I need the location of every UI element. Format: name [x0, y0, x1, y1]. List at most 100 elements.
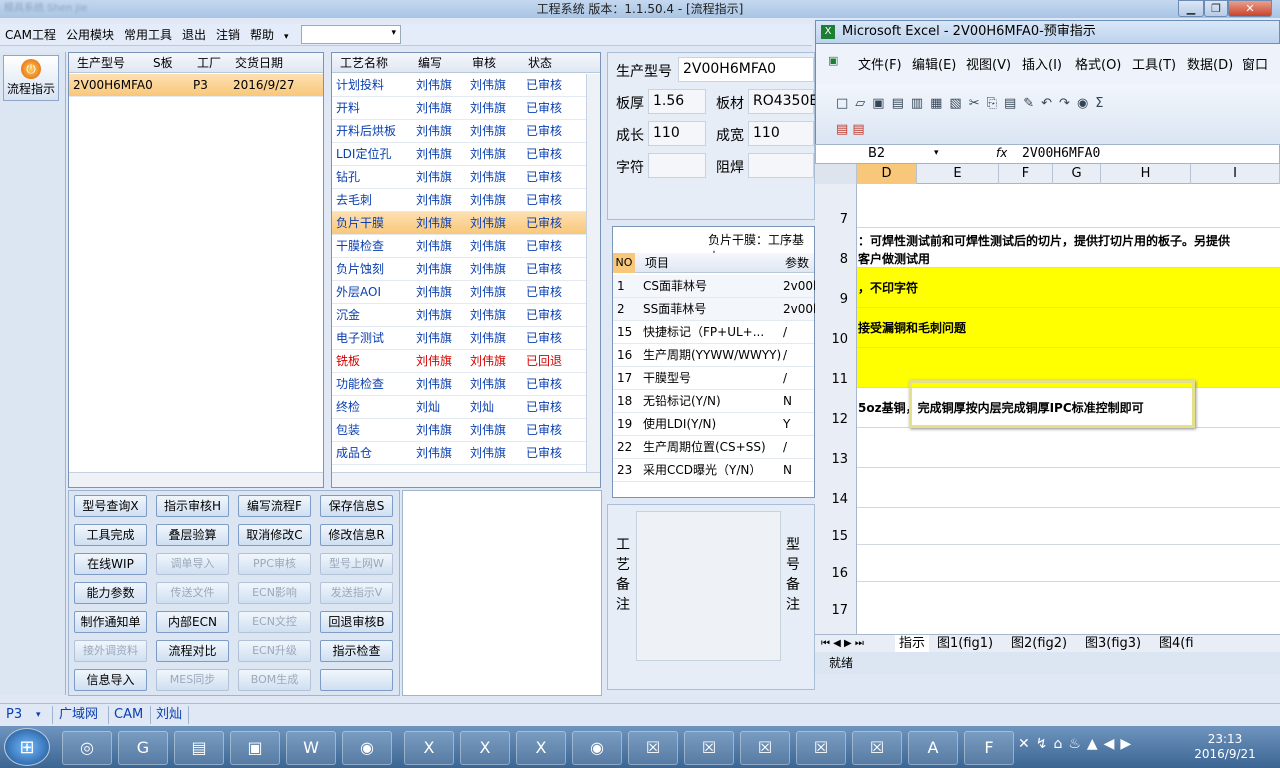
sheet-row[interactable] — [857, 184, 1280, 228]
length-field[interactable]: 110 — [648, 121, 706, 146]
col-no[interactable]: NO — [613, 253, 635, 273]
调单导入-button[interactable]: 调单导入 — [156, 553, 229, 575]
taskbar-window-icon[interactable]: ☒ — [740, 731, 790, 765]
内部ECN-button[interactable]: 内部ECN — [156, 611, 229, 633]
sheet-tab[interactable]: 图3(fig3) — [1085, 635, 1141, 653]
v-scrollbar[interactable] — [586, 74, 600, 472]
table-row[interactable]: 22 生产周期位置(CS+SS) / — [613, 436, 814, 459]
row-header[interactable]: 17 — [831, 603, 848, 618]
taskbar-app-icon[interactable]: ◉ — [572, 731, 622, 765]
table-row[interactable]: 2V00H6MFA0 P3 2016/9/27 — [69, 74, 323, 97]
row-header[interactable]: 7 — [840, 212, 848, 227]
tray-icons[interactable]: ✕↯⌂♨▲◀▶ — [1018, 736, 1137, 752]
sheet-row[interactable] — [857, 428, 1280, 468]
excel-menu-edit[interactable]: 编辑(E) — [912, 54, 956, 73]
minimize-icon[interactable]: ▁ — [1178, 0, 1204, 17]
flow-indicator-button[interactable]: ⏻ 流程指示 — [3, 55, 59, 101]
table-row[interactable]: 负片干膜 刘伟旗 刘伟旗 已审核 — [332, 212, 587, 235]
table-row[interactable]: 干膜检查 刘伟旗 刘伟旗 已审核 — [332, 235, 587, 258]
taskbar-window-icon[interactable]: ☒ — [796, 731, 846, 765]
excel-menu-file[interactable]: 文件(F) — [858, 54, 902, 73]
table-row[interactable]: 负片蚀刻 刘伟旗 刘伟旗 已审核 — [332, 258, 587, 281]
excel-menu-view[interactable]: 视图(V) — [966, 54, 1011, 73]
excel-menu-tools[interactable]: 工具(T) — [1132, 54, 1176, 73]
sheet-row[interactable] — [857, 508, 1280, 545]
PPC审核-button[interactable]: PPC审核 — [238, 553, 311, 575]
row-header[interactable]: 8 — [840, 252, 848, 267]
menu-common[interactable]: 公用模块 — [61, 24, 119, 46]
col-param[interactable]: 参数 — [785, 253, 809, 273]
在线WIP-button[interactable]: 在线WIP — [74, 553, 147, 575]
row-header[interactable]: 11 — [831, 372, 848, 387]
col-status[interactable]: 状态 — [528, 53, 552, 73]
table-row[interactable]: 开料后烘板 刘伟旗 刘伟旗 已审核 — [332, 120, 587, 143]
taskbar-excel-icon[interactable]: X — [460, 731, 510, 765]
taskbar-app-icon[interactable]: G — [118, 731, 168, 765]
excel-doc-icon[interactable]: ▣ — [828, 54, 838, 67]
col-header-d[interactable]: D — [857, 164, 917, 184]
col-header-e[interactable]: E — [917, 164, 999, 184]
plant-select[interactable]: P3 — [6, 706, 22, 724]
h-scrollbar[interactable] — [332, 472, 600, 487]
toolbar-icons[interactable]: □▱▣▤▥▦▧✂⎘▤✎↶↷◉Σ — [836, 96, 1111, 111]
mask-field[interactable] — [748, 153, 814, 178]
保存信息S-button[interactable]: 保存信息S — [320, 495, 393, 517]
row-header[interactable]: 15 — [831, 529, 848, 544]
编写流程F-button[interactable]: 编写流程F — [238, 495, 311, 517]
process-note-field[interactable] — [636, 511, 781, 661]
col-factory[interactable]: 工厂 — [197, 53, 221, 73]
sheet-row[interactable]: ，不印字符 — [857, 268, 1280, 308]
ECN升级-button[interactable]: ECN升级 — [238, 640, 311, 662]
taskbar-app-icon[interactable]: ◉ — [342, 731, 392, 765]
table-row[interactable]: 铣板 刘伟旗 刘伟旗 已回退 — [332, 350, 587, 373]
col-header-f[interactable]: F — [999, 164, 1053, 184]
BOM生成-button[interactable]: BOM生成 — [238, 669, 311, 691]
table-row[interactable]: 16 生产周期(YYWW/WWYY) / — [613, 344, 814, 367]
menu-help[interactable]: 帮助 — [245, 24, 279, 46]
sheet-row[interactable] — [857, 545, 1280, 582]
MES同步-button[interactable]: MES同步 — [156, 669, 229, 691]
制作通知单-button[interactable]: 制作通知单 — [74, 611, 147, 633]
clock[interactable]: 23:13 2016/9/21 — [1190, 732, 1260, 762]
col-header-g[interactable]: G — [1053, 164, 1101, 184]
pdf-icon[interactable]: ▤ ▤ — [836, 122, 865, 137]
table-row[interactable]: 终检 刘灿 刘灿 已审核 — [332, 396, 587, 419]
sheet-row[interactable]: ：可焊性测试前和可焊性测试后的切片，提供打切片用的板子。另提供 客户做测试用 — [857, 228, 1280, 268]
menu-logout[interactable]: 注销 — [211, 24, 245, 46]
taskbar-window-icon[interactable]: ☒ — [852, 731, 902, 765]
help-dropdown-icon[interactable]: ▾ — [279, 26, 294, 48]
col-writer[interactable]: 编写 — [418, 53, 442, 73]
name-box[interactable]: B2 — [868, 146, 885, 161]
table-row[interactable]: 电子测试 刘伟旗 刘伟旗 已审核 — [332, 327, 587, 350]
col-s-board[interactable]: S板 — [153, 53, 173, 73]
table-row[interactable]: 外层AOI 刘伟旗 刘伟旗 已审核 — [332, 281, 587, 304]
h-scrollbar[interactable] — [69, 472, 323, 487]
restore-icon[interactable]: ❐ — [1204, 0, 1228, 17]
sheet-row[interactable]: 接受漏铜和毛刺问题 — [857, 308, 1280, 348]
name-box-chevron-icon[interactable]: ▾ — [934, 148, 939, 158]
型号上网W-button[interactable]: 型号上网W — [320, 553, 393, 575]
sheet-tab[interactable]: 图1(fig1) — [937, 635, 993, 653]
工具完成-button[interactable]: 工具完成 — [74, 524, 147, 546]
信息导入-button[interactable]: 信息导入 — [74, 669, 147, 691]
table-row[interactable]: 18 无铅标记(Y/N) N — [613, 390, 814, 413]
taskbar-window-icon[interactable]: ☒ — [628, 731, 678, 765]
table-row[interactable]: 开料 刘伟旗 刘伟旗 已审核 — [332, 97, 587, 120]
型号查询X-button[interactable]: 型号查询X — [74, 495, 147, 517]
sheet-tab[interactable]: 图2(fig2) — [1011, 635, 1067, 653]
col-item[interactable]: 项目 — [645, 253, 669, 273]
table-row[interactable]: 沉金 刘伟旗 刘伟旗 已审核 — [332, 304, 587, 327]
menu-tools[interactable]: 常用工具 — [119, 24, 177, 46]
plant-chevron-icon[interactable]: ▾ — [36, 706, 41, 724]
row-header[interactable]: 16 — [831, 566, 848, 581]
指示审核H-button[interactable]: 指示审核H — [156, 495, 229, 517]
taskbar-word-icon[interactable]: W — [286, 731, 336, 765]
table-row[interactable]: 23 采用CCD曝光（Y/N） N — [613, 459, 814, 482]
流程对比-button[interactable]: 流程对比 — [156, 640, 229, 662]
叠层验算-button[interactable]: 叠层验算 — [156, 524, 229, 546]
model-field[interactable]: 2V00H6MFA0 — [678, 57, 814, 82]
sheet-tab[interactable]: 图4(fi — [1159, 635, 1194, 653]
ECN文控-button[interactable]: ECN文控 — [238, 611, 311, 633]
能力参数-button[interactable]: 能力参数 — [74, 582, 147, 604]
sheet-nav-icon[interactable]: ⏮ ◀ ▶ ⏭ — [821, 635, 864, 653]
